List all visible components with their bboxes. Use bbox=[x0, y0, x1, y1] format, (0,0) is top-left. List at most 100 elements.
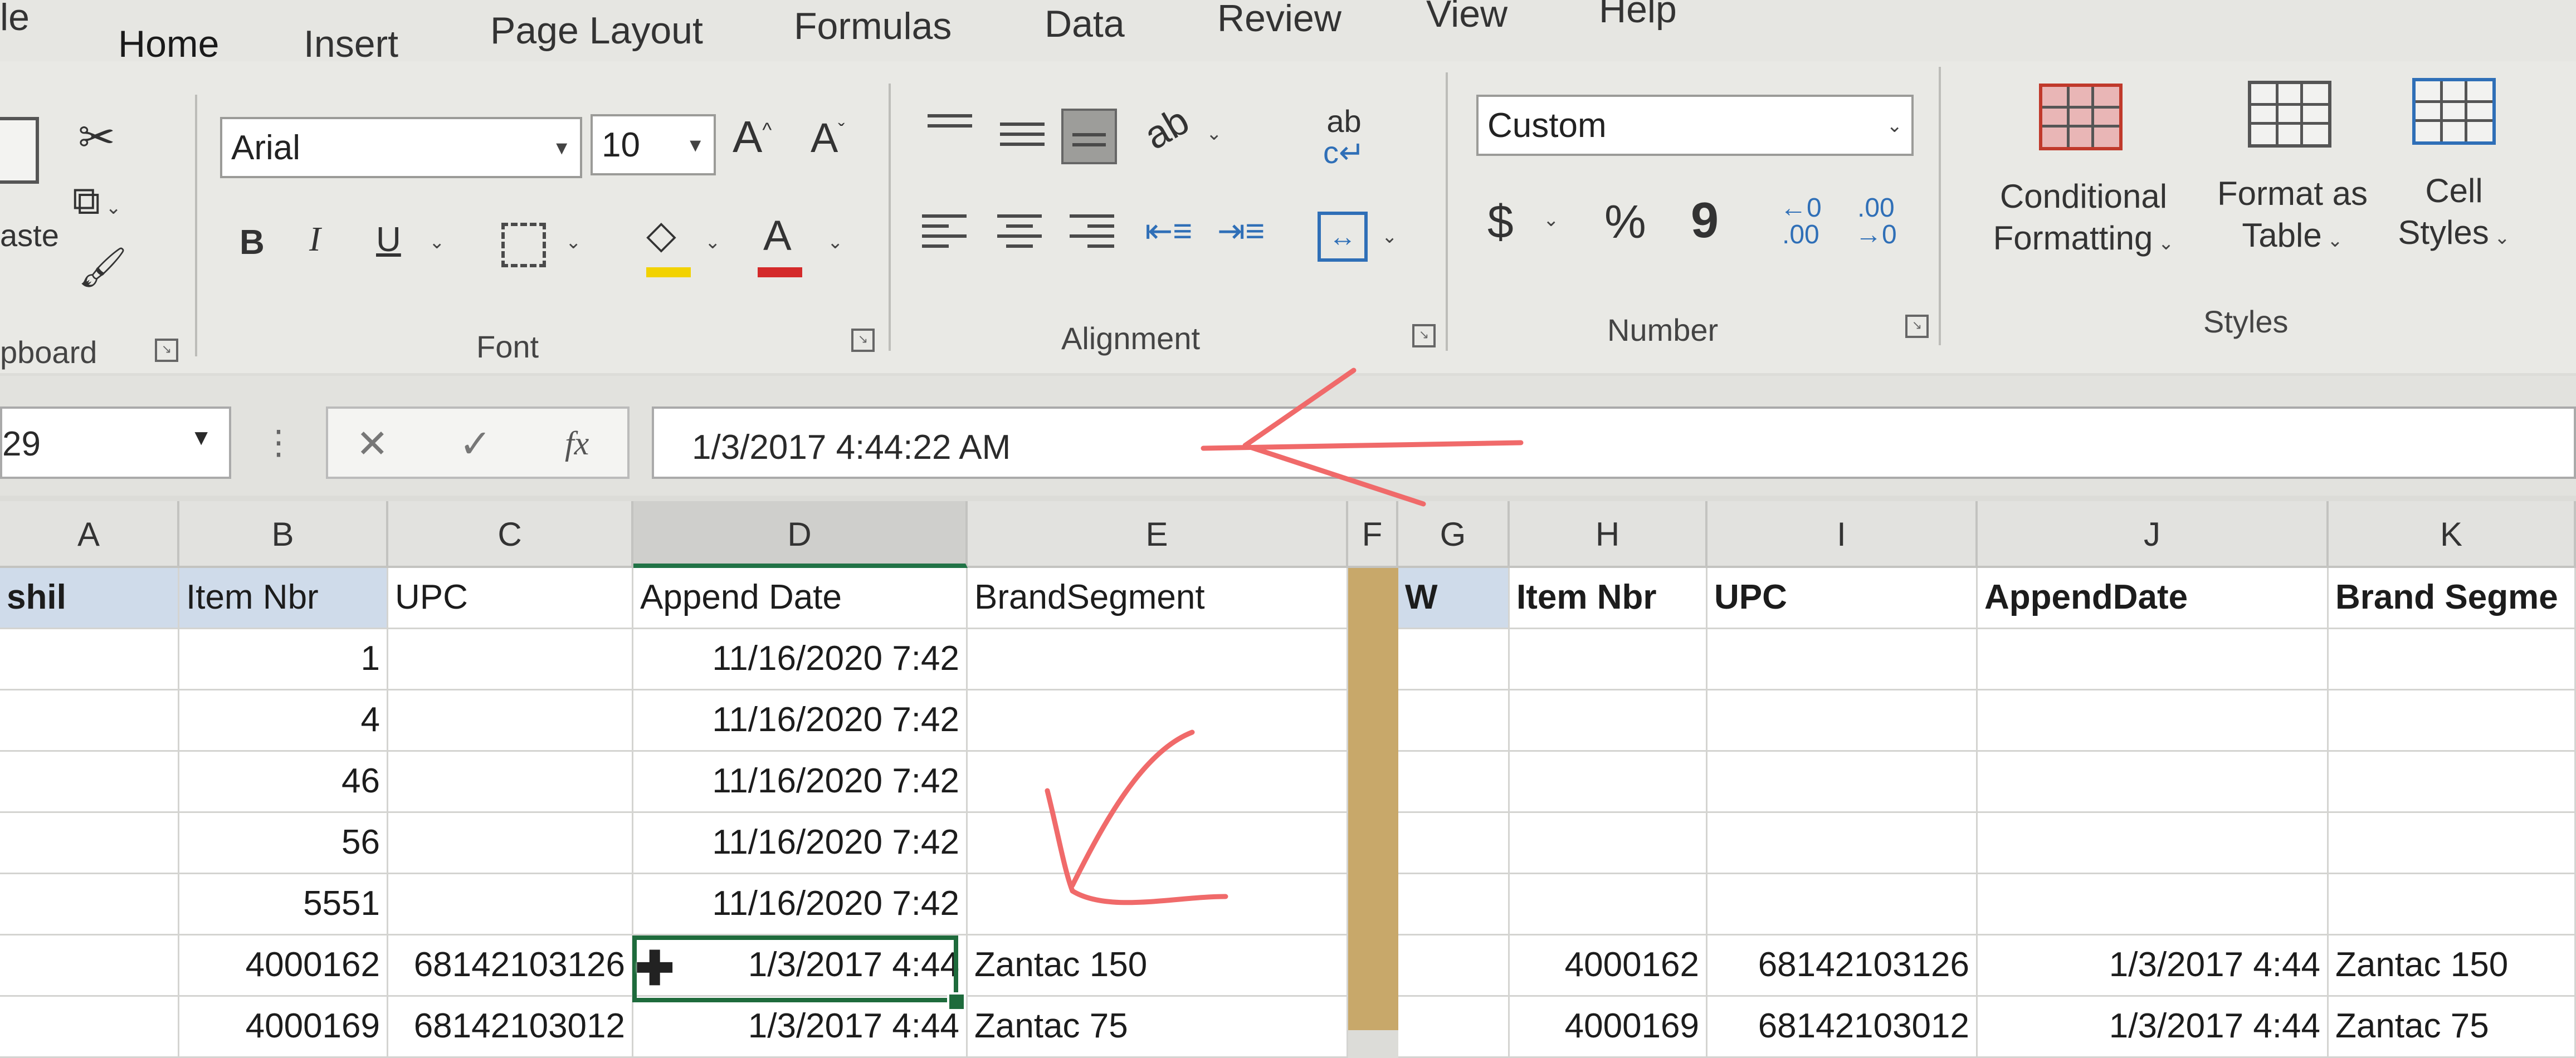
chevron-down-icon[interactable]: ⌄ bbox=[1543, 209, 1559, 231]
column-header-i[interactable]: I bbox=[1707, 501, 1978, 568]
active-cell-border[interactable] bbox=[632, 935, 958, 1002]
column-header-j[interactable]: J bbox=[1978, 501, 2329, 568]
table-cell[interactable] bbox=[968, 690, 1348, 752]
cell-c-header[interactable]: UPC bbox=[388, 568, 633, 629]
enter-icon[interactable]: ✓ bbox=[459, 421, 492, 467]
table-cell[interactable] bbox=[2329, 690, 2576, 752]
fill-color-icon[interactable]: ◇ bbox=[646, 212, 676, 257]
table-cell[interactable]: 4000162 bbox=[1510, 935, 1707, 997]
align-left-icon[interactable] bbox=[922, 214, 967, 254]
chevron-down-icon[interactable]: ⌄ bbox=[827, 231, 843, 253]
alignment-dialog-launcher-icon[interactable]: ↘ bbox=[1412, 324, 1436, 347]
table-cell[interactable]: 1 bbox=[179, 629, 388, 690]
number-dialog-launcher-icon[interactable]: ↘ bbox=[1905, 315, 1929, 338]
table-cell[interactable] bbox=[388, 629, 633, 690]
column-header-f[interactable]: F bbox=[1348, 501, 1398, 568]
chevron-down-icon[interactable]: ⌄ bbox=[1206, 123, 1222, 145]
table-cell[interactable]: 11/16/2020 7:42 bbox=[633, 813, 968, 874]
table-cell[interactable] bbox=[1707, 629, 1978, 690]
cell-a-header[interactable]: shil bbox=[0, 568, 179, 629]
tab-page-layout[interactable]: Page Layout bbox=[490, 9, 703, 52]
clipboard-dialog-launcher-icon[interactable]: ↘ bbox=[155, 339, 178, 362]
table-cell[interactable] bbox=[0, 690, 179, 752]
table-cell[interactable] bbox=[968, 813, 1348, 874]
tab-data[interactable]: Data bbox=[1045, 2, 1125, 46]
table-cell[interactable] bbox=[1978, 752, 2329, 813]
column-header-k[interactable]: K bbox=[2329, 501, 2576, 568]
table-cell[interactable]: Zantac 150 bbox=[968, 935, 1348, 997]
decrease-decimal-icon[interactable]: .00 →0 bbox=[1855, 195, 1897, 248]
table-cell[interactable] bbox=[388, 874, 633, 935]
format-painter-icon[interactable]: 🖌 bbox=[78, 245, 128, 291]
align-middle-icon[interactable] bbox=[1000, 123, 1045, 153]
table-cell[interactable]: 68142103126 bbox=[388, 935, 633, 997]
table-cell[interactable] bbox=[1707, 752, 1978, 813]
table-cell[interactable]: 4000162 bbox=[179, 935, 388, 997]
column-header-d[interactable]: D bbox=[633, 501, 968, 568]
table-cell[interactable] bbox=[1978, 629, 2329, 690]
table-cell[interactable] bbox=[1398, 935, 1510, 997]
cell-h-header[interactable]: Item Nbr bbox=[1510, 568, 1707, 629]
table-cell[interactable] bbox=[0, 629, 179, 690]
table-cell[interactable] bbox=[1707, 874, 1978, 935]
table-cell[interactable] bbox=[1510, 813, 1707, 874]
table-cell[interactable] bbox=[1398, 690, 1510, 752]
table-cell[interactable] bbox=[1978, 690, 2329, 752]
chevron-down-icon[interactable]: ⌄ bbox=[1382, 226, 1398, 248]
table-cell[interactable] bbox=[0, 997, 179, 1058]
table-cell[interactable] bbox=[1398, 752, 1510, 813]
table-cell[interactable] bbox=[1510, 690, 1707, 752]
cell-d-header[interactable]: Append Date bbox=[633, 568, 968, 629]
table-cell[interactable] bbox=[1510, 629, 1707, 690]
font-dialog-launcher-icon[interactable]: ↘ bbox=[851, 329, 875, 352]
font-family-combo[interactable]: Arial ▼ bbox=[220, 117, 582, 178]
chevron-down-icon[interactable]: ⌄ bbox=[705, 231, 721, 253]
format-as-table-button[interactable]: Format as Table ⌄ bbox=[2206, 173, 2379, 256]
chevron-down-icon[interactable]: ⌄ bbox=[565, 231, 582, 253]
column-header-g[interactable]: G bbox=[1398, 501, 1510, 568]
table-cell[interactable]: 68142103126 bbox=[1707, 935, 1978, 997]
table-cell[interactable] bbox=[0, 874, 179, 935]
increase-decimal-icon[interactable]: ←0.00 bbox=[1780, 195, 1822, 248]
table-cell[interactable] bbox=[968, 874, 1348, 935]
percent-style-button[interactable]: % bbox=[1604, 195, 1646, 249]
table-cell[interactable] bbox=[1978, 813, 2329, 874]
table-cell[interactable] bbox=[1398, 813, 1510, 874]
copy-icon[interactable]: ⧉ ⌄ bbox=[72, 178, 121, 224]
more-options-icon[interactable]: ⋮ bbox=[262, 423, 295, 462]
cell-g-header[interactable]: W bbox=[1398, 568, 1510, 629]
column-header-e[interactable]: E bbox=[968, 501, 1348, 568]
chevron-down-icon[interactable]: ▼ bbox=[190, 425, 212, 450]
table-cell[interactable] bbox=[388, 813, 633, 874]
table-cell[interactable]: 11/16/2020 7:42 bbox=[633, 874, 968, 935]
table-cell[interactable]: Zantac 150 bbox=[2329, 935, 2576, 997]
shrink-font-icon[interactable]: Aˇ bbox=[811, 114, 845, 161]
table-cell[interactable]: 11/16/2020 7:42 bbox=[633, 629, 968, 690]
table-cell[interactable]: 1/3/2017 4:44 bbox=[1978, 935, 2329, 997]
increase-indent-icon[interactable]: ⇥≡ bbox=[1217, 212, 1265, 251]
tab-file[interactable]: le bbox=[0, 0, 30, 39]
formula-input[interactable]: 1/3/2017 4:44:22 AM bbox=[652, 406, 2576, 479]
cut-icon[interactable]: ✂ bbox=[78, 111, 115, 163]
table-cell[interactable]: 1/3/2017 4:44 bbox=[1978, 997, 2329, 1058]
table-cell[interactable] bbox=[1510, 752, 1707, 813]
table-cell[interactable] bbox=[1978, 874, 2329, 935]
table-cell[interactable] bbox=[968, 752, 1348, 813]
wrap-text-icon[interactable]: ab c↵ bbox=[1323, 106, 1365, 168]
align-top-icon[interactable] bbox=[928, 114, 972, 134]
underline-button[interactable]: U bbox=[376, 220, 401, 259]
table-cell[interactable] bbox=[2329, 874, 2576, 935]
bold-button[interactable]: B bbox=[240, 223, 265, 262]
decrease-indent-icon[interactable]: ⇤≡ bbox=[1145, 212, 1192, 251]
conditional-formatting-button[interactable]: Conditional Formatting ⌄ bbox=[1983, 175, 2184, 259]
tab-formulas[interactable]: Formulas bbox=[794, 4, 952, 48]
table-cell[interactable] bbox=[2329, 813, 2576, 874]
table-cell[interactable] bbox=[388, 690, 633, 752]
table-cell[interactable] bbox=[0, 752, 179, 813]
tab-view[interactable]: View bbox=[1426, 0, 1507, 36]
table-cell[interactable] bbox=[1398, 629, 1510, 690]
table-cell[interactable] bbox=[2329, 752, 2576, 813]
align-bottom-icon[interactable] bbox=[1061, 109, 1117, 164]
accounting-format-icon[interactable]: $ bbox=[1487, 195, 1514, 249]
column-header-c[interactable]: C bbox=[388, 501, 633, 568]
